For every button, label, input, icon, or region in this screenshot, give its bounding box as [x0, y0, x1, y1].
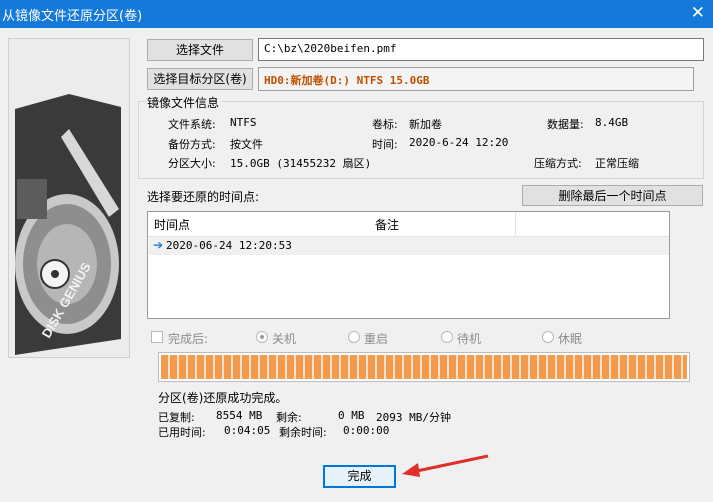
- title-bar: 从镜像文件还原分区(卷) ✕: [0, 0, 713, 28]
- image-info-group-label: 镜像文件信息: [145, 94, 222, 111]
- column-header-time[interactable]: 时间点: [154, 216, 190, 233]
- after-complete-checkbox[interactable]: [151, 331, 163, 343]
- select-target-button[interactable]: 选择目标分区(卷): [147, 68, 253, 90]
- window-title: 从镜像文件还原分区(卷): [2, 9, 143, 24]
- data-size-label: 数据量:: [547, 118, 584, 131]
- elapsed-label: 已用时间:: [158, 426, 206, 439]
- partition-size-value: 15.0GB (31455232 扇区): [230, 157, 372, 170]
- timepoint-time: 2020-06-24 12:20:53: [166, 239, 292, 252]
- close-icon[interactable]: ✕: [691, 3, 705, 23]
- data-size-value: 8.4GB: [595, 116, 629, 129]
- volume-label-value: 新加卷: [409, 118, 442, 131]
- fs-label: 文件系统:: [168, 118, 216, 131]
- timepoint-list-header: 时间点 备注: [148, 212, 669, 237]
- radio-standby-label: 待机: [457, 332, 482, 346]
- remaining-value: 0 MB: [338, 409, 365, 422]
- radio-restart-label: 重启: [364, 332, 389, 346]
- after-complete-label: 完成后:: [168, 332, 209, 346]
- target-partition-field: HD0:新加卷(D:) NTFS 15.0GB: [258, 67, 694, 91]
- hard-disk-icon: DISK GENIUS: [9, 39, 129, 357]
- remaining-time-value: 0:00:00: [343, 424, 390, 437]
- delete-last-timepoint-button[interactable]: 删除最后一个时间点: [522, 185, 703, 206]
- timepoint-prompt: 选择要还原的时间点:: [147, 190, 260, 204]
- speed-value: 2093 MB/分钟: [376, 411, 451, 424]
- elapsed-value: 0:04:05: [224, 424, 271, 437]
- time-label: 时间:: [372, 138, 398, 151]
- source-file-field[interactable]: C:\bz\2020beifen.pmf: [258, 38, 704, 61]
- compression-label: 压缩方式:: [534, 157, 582, 170]
- remaining-label: 剩余:: [276, 411, 302, 424]
- volume-label-label: 卷标:: [372, 118, 398, 131]
- status-message: 分区(卷)还原成功完成。: [158, 391, 288, 405]
- radio-shutdown-label: 关机: [272, 332, 297, 346]
- radio-standby[interactable]: [441, 331, 453, 343]
- radio-hibernate[interactable]: [542, 331, 554, 343]
- restore-progress-bar: [158, 352, 690, 382]
- fs-value: NTFS: [230, 116, 257, 129]
- progress-fill: [161, 355, 687, 379]
- row-arrow-icon: ➔: [153, 238, 164, 252]
- timepoint-row[interactable]: ➔ 2020-06-24 12:20:53: [149, 237, 669, 255]
- time-value: 2020-6-24 12:20: [409, 136, 509, 149]
- radio-shutdown[interactable]: [256, 331, 268, 343]
- copied-label: 已复制:: [158, 411, 195, 424]
- compression-value: 正常压缩: [595, 157, 639, 170]
- annotation-arrow-icon: [402, 454, 489, 477]
- backup-mode-label: 备份方式:: [168, 138, 216, 151]
- column-header-note[interactable]: 备注: [375, 216, 399, 233]
- finish-button[interactable]: 完成: [323, 465, 396, 488]
- radio-hibernate-label: 休眠: [558, 332, 583, 346]
- timepoint-list[interactable]: 时间点 备注 ➔ 2020-06-24 12:20:53: [147, 211, 670, 319]
- backup-mode-value: 按文件: [230, 138, 263, 151]
- copied-value: 8554 MB: [216, 409, 263, 422]
- remaining-time-label: 剩余时间:: [279, 426, 327, 439]
- select-file-button[interactable]: 选择文件: [147, 39, 253, 61]
- partition-size-label: 分区大小:: [168, 157, 216, 170]
- disk-image-logo: DISK GENIUS: [8, 38, 130, 358]
- radio-restart[interactable]: [348, 331, 360, 343]
